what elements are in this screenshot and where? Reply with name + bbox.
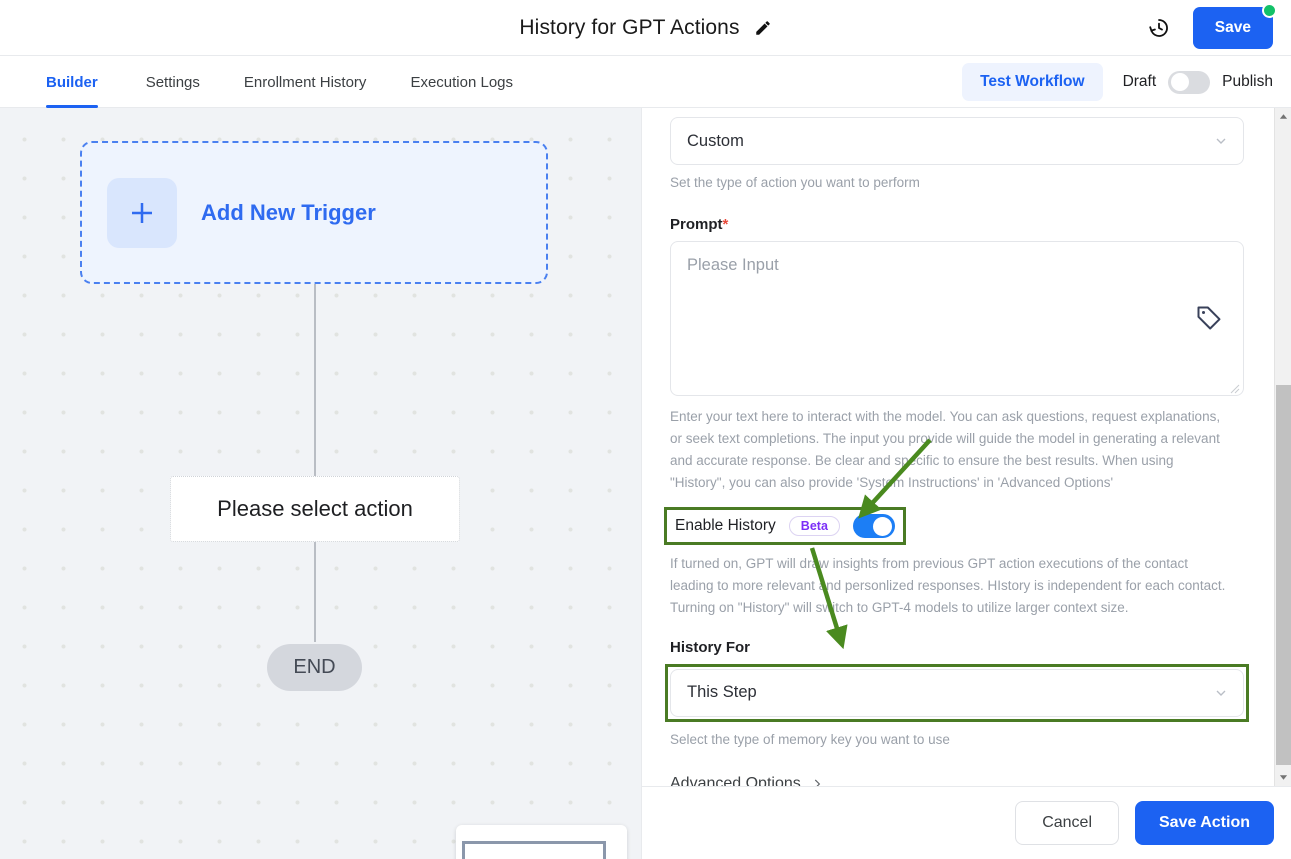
history-for-select[interactable]: This Step <box>670 668 1244 717</box>
prompt-label: Prompt* <box>670 216 1244 233</box>
minimap-viewport <box>462 841 606 859</box>
action-config-panel: Action Type Custom Set the type of actio… <box>641 108 1291 859</box>
history-for-label: History For <box>670 638 751 656</box>
tab-list: Builder Settings Enrollment History Exec… <box>46 56 535 108</box>
add-new-trigger-node[interactable]: Add New Trigger <box>80 141 548 284</box>
topbar: History for GPT Actions Save <box>0 0 1291 56</box>
workflow-canvas[interactable]: Add New Trigger Please select action END <box>0 108 641 859</box>
scroll-down-arrow-icon[interactable] <box>1275 769 1291 786</box>
save-button-wrap: Save <box>1192 3 1277 49</box>
prompt-required-marker: * <box>722 215 729 233</box>
tab-execution-logs[interactable]: Execution Logs <box>388 56 535 108</box>
enable-history-toggle[interactable] <box>852 514 895 539</box>
edge-action-to-end <box>314 542 316 642</box>
enable-history-label: Enable History <box>675 517 776 535</box>
publish-toggle[interactable] <box>1168 70 1211 94</box>
test-workflow-button[interactable]: Test Workflow <box>962 63 1103 101</box>
prompt-helper: Enter your text here to interact with th… <box>670 408 1221 490</box>
tab-enrollment-history[interactable]: Enrollment History <box>222 56 389 108</box>
page-title: History for GPT Actions <box>519 16 740 39</box>
publish-toggle-knob <box>1171 73 1190 91</box>
panel-footer: Cancel Save Action <box>642 786 1291 859</box>
edge-trigger-to-action <box>314 284 316 476</box>
action-type-select[interactable]: Custom <box>670 117 1244 165</box>
add-new-trigger-label: Add New Trigger <box>201 199 376 225</box>
action-type-value: Custom <box>687 131 744 150</box>
history-for-value: This Step <box>687 683 757 702</box>
panel-scroll-area: Action Type Custom Set the type of actio… <box>642 108 1272 786</box>
prompt-textarea[interactable]: Please Input <box>670 240 1244 396</box>
chevron-down-icon <box>1213 685 1229 701</box>
enable-history-highlight: Enable History Beta <box>664 507 906 546</box>
advanced-options-toggle[interactable]: Advanced Options <box>670 775 824 786</box>
cancel-button[interactable]: Cancel <box>1015 801 1119 845</box>
canvas-minimap[interactable] <box>456 825 627 859</box>
end-node[interactable]: END <box>267 644 362 691</box>
publish-label: Publish <box>1222 73 1273 90</box>
draft-label: Draft <box>1122 73 1157 90</box>
workflow-builder-app: History for GPT Actions Save Builder Set… <box>0 0 1291 859</box>
panel-scrollbar[interactable] <box>1274 108 1291 786</box>
plus-icon <box>107 177 177 248</box>
history-for-helper: Select the type of memory key you want t… <box>670 731 950 747</box>
chevron-right-icon <box>810 777 824 786</box>
action-type-helper: Set the type of action you want to perfo… <box>670 175 920 190</box>
tabbar: Builder Settings Enrollment History Exec… <box>0 56 1291 108</box>
scroll-up-arrow-icon[interactable] <box>1275 108 1291 125</box>
action-form: Action Type Custom Set the type of actio… <box>664 108 1249 786</box>
topbar-actions: Save <box>1147 0 1277 56</box>
chevron-down-icon <box>1213 133 1229 149</box>
select-action-node[interactable]: Please select action <box>170 476 460 542</box>
clock-history-icon[interactable] <box>1147 16 1171 40</box>
unsaved-changes-dot <box>1262 3 1277 18</box>
advanced-options-label: Advanced Options <box>670 774 801 786</box>
save-action-button[interactable]: Save Action <box>1135 801 1274 845</box>
enable-history-helper: If turned on, GPT will draw insights fro… <box>670 556 1226 616</box>
prompt-placeholder: Please Input <box>687 255 779 274</box>
scrollbar-thumb[interactable] <box>1276 385 1291 765</box>
action-type-label: Action Type <box>670 108 1244 109</box>
save-button[interactable]: Save <box>1192 7 1273 49</box>
tab-settings[interactable]: Settings <box>124 56 222 108</box>
beta-badge: Beta <box>788 516 840 537</box>
textarea-resize-handle[interactable] <box>1228 380 1240 394</box>
history-for-highlight: This Step <box>665 663 1249 722</box>
tabbar-actions: Test Workflow Draft Publish <box>962 56 1273 108</box>
publish-toggle-group: Draft Publish <box>1122 70 1273 94</box>
enable-history-toggle-knob <box>872 516 892 536</box>
tab-builder[interactable]: Builder <box>46 56 124 108</box>
pencil-icon[interactable] <box>754 19 772 37</box>
topbar-title-group: History for GPT Actions <box>0 0 1291 56</box>
prompt-label-text: Prompt <box>670 215 723 233</box>
tag-icon[interactable] <box>1195 304 1223 332</box>
